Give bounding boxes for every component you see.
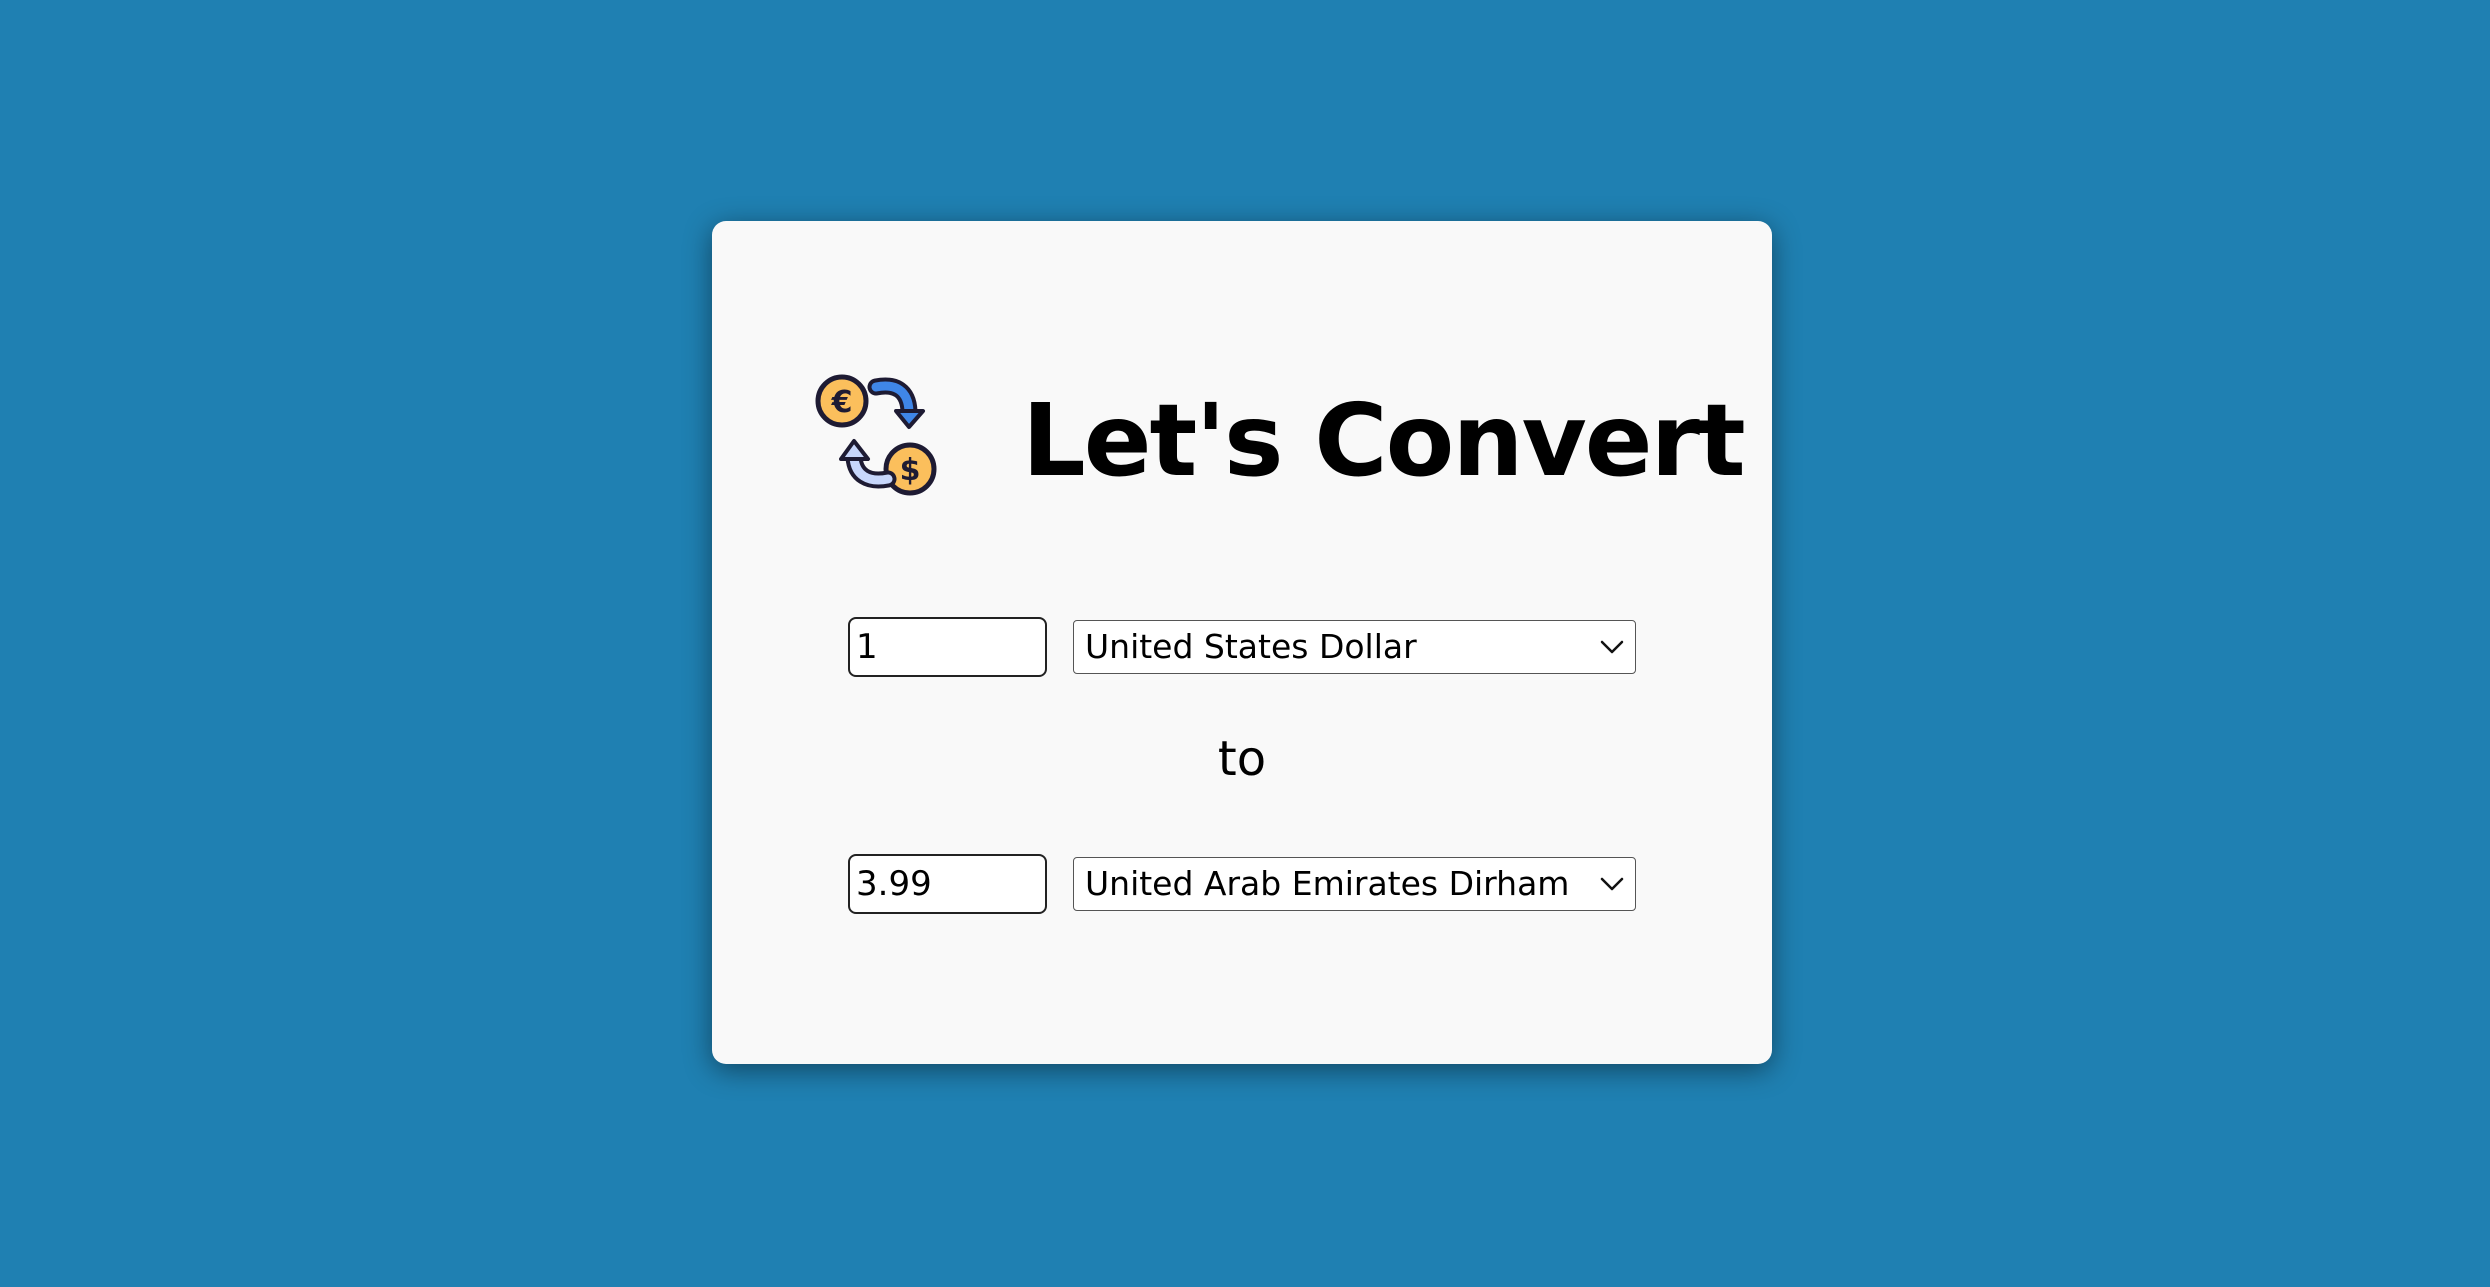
chevron-down-icon [1600, 877, 1624, 891]
svg-text:$: $ [900, 453, 921, 488]
converter-card: € $ Let's Convert United States Dollar t… [712, 221, 1772, 1064]
currency-exchange-icon: € $ [815, 374, 937, 496]
from-amount-input[interactable] [848, 617, 1047, 677]
to-currency-select[interactable]: United Arab Emirates Dirham [1073, 857, 1636, 911]
page-title: Let's Convert [1022, 382, 1746, 499]
svg-text:€: € [831, 385, 853, 420]
to-currency-label: United Arab Emirates Dirham [1085, 864, 1570, 903]
from-currency-select[interactable]: United States Dollar [1073, 620, 1636, 674]
header: € $ Let's Convert [812, 371, 1746, 511]
to-amount-input[interactable] [848, 854, 1047, 914]
to-separator-label: to [1217, 731, 1267, 787]
from-currency-label: United States Dollar [1085, 627, 1417, 666]
chevron-down-icon [1600, 640, 1624, 654]
